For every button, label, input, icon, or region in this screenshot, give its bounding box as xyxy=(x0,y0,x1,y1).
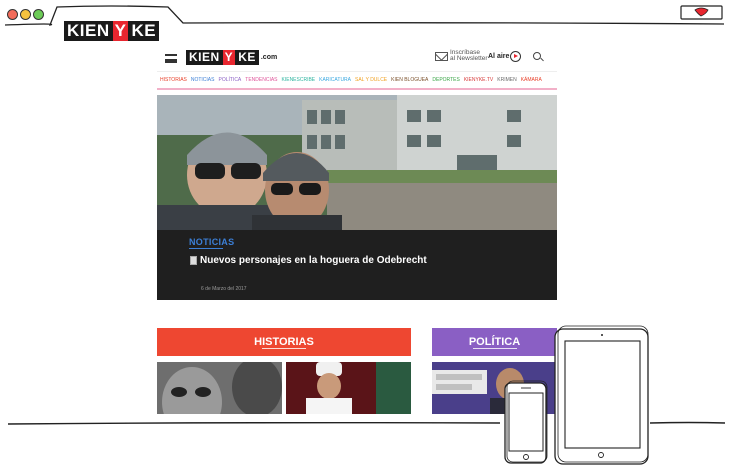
phone-sketch xyxy=(504,380,548,464)
wireframe-canvas: KIEN Y KE KIEN Y KE .com Inscríbase al Newsle… xyxy=(0,0,735,471)
device-sketches xyxy=(504,325,649,465)
tablet-sketch xyxy=(554,325,649,465)
